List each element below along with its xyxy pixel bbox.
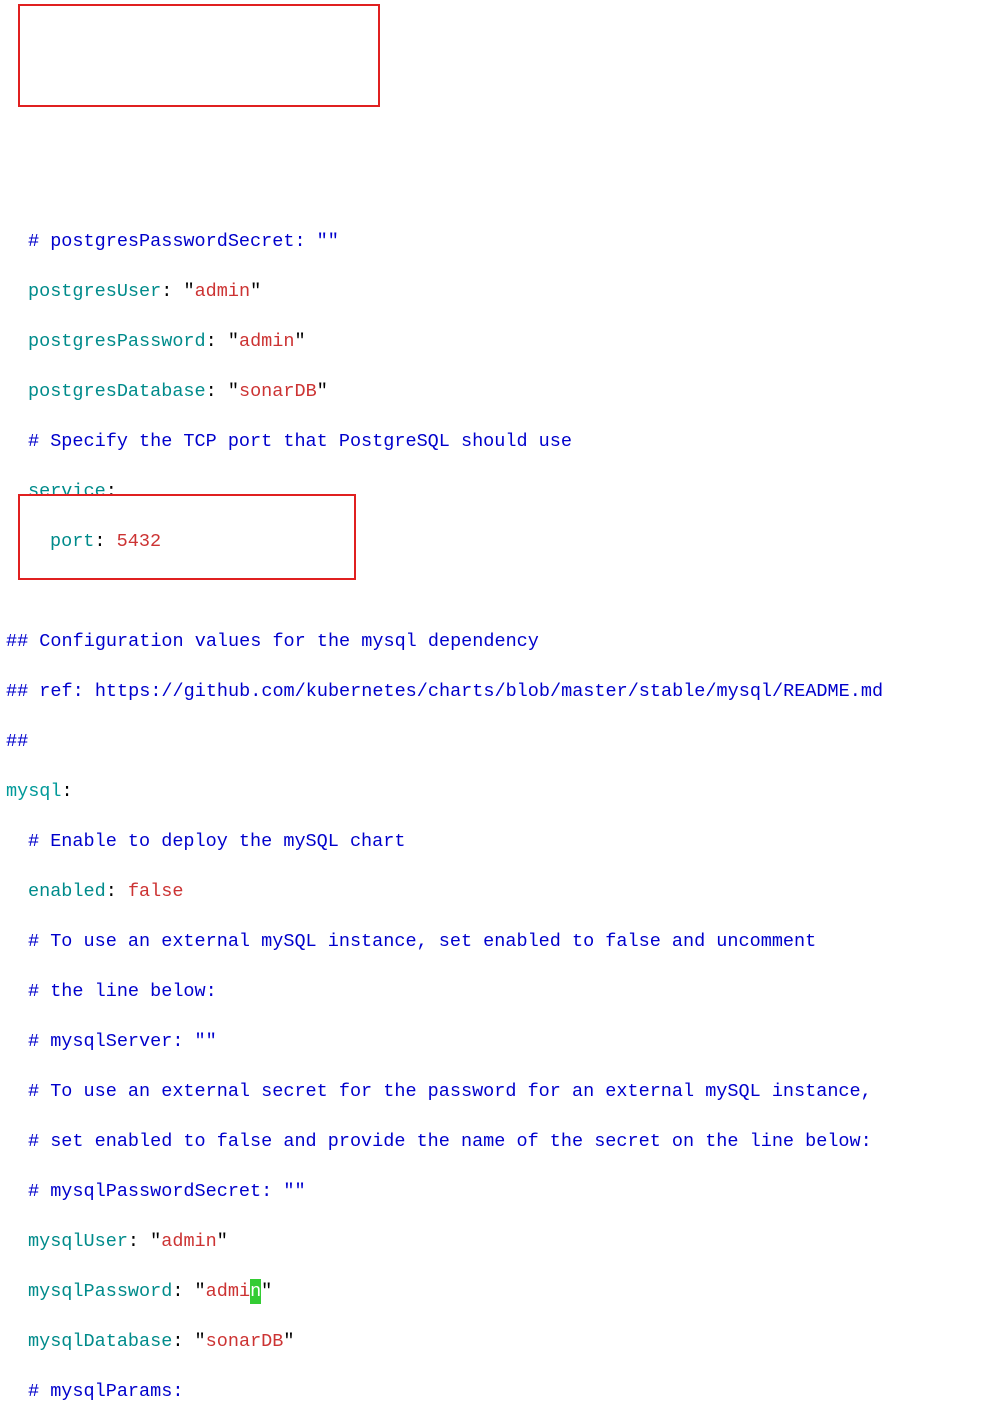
code-line: ## Configuration values for the mysql de… — [6, 629, 988, 654]
code-line: # mysqlServer: "" — [6, 1029, 988, 1054]
code-line: enabled: false — [6, 879, 988, 904]
code-line: ## — [6, 729, 988, 754]
code-line: # mysqlPasswordSecret: "" — [6, 1179, 988, 1204]
code-line: mysqlPassword: "admin" — [6, 1279, 988, 1304]
code-line: # To use an external secret for the pass… — [6, 1079, 988, 1104]
code-line: # set enabled to false and provide the n… — [6, 1129, 988, 1154]
code-line: postgresPassword: "admin" — [6, 329, 988, 354]
code-line: postgresDatabase: "sonarDB" — [6, 379, 988, 404]
text-cursor: n — [250, 1279, 261, 1304]
code-line: # Enable to deploy the mySQL chart — [6, 829, 988, 854]
code-line: postgresUser: "admin" — [6, 279, 988, 304]
code-line: # postgresPasswordSecret: "" — [6, 229, 988, 254]
code-line: # Specify the TCP port that PostgreSQL s… — [6, 429, 988, 454]
code-line: service: — [6, 479, 988, 504]
highlight-box-postgres — [18, 4, 380, 107]
code-line: ## ref: https://github.com/kubernetes/ch… — [6, 679, 988, 704]
code-line: port: 5432 — [6, 529, 988, 554]
code-line-blank — [6, 579, 988, 604]
code-line: mysqlDatabase: "sonarDB" — [6, 1329, 988, 1354]
code-line: # To use an external mySQL instance, set… — [6, 929, 988, 954]
code-line: mysql: — [6, 779, 988, 804]
code-line: mysqlUser: "admin" — [6, 1229, 988, 1254]
code-line: # mysqlParams: — [6, 1379, 988, 1404]
code-line: # the line below: — [6, 979, 988, 1004]
